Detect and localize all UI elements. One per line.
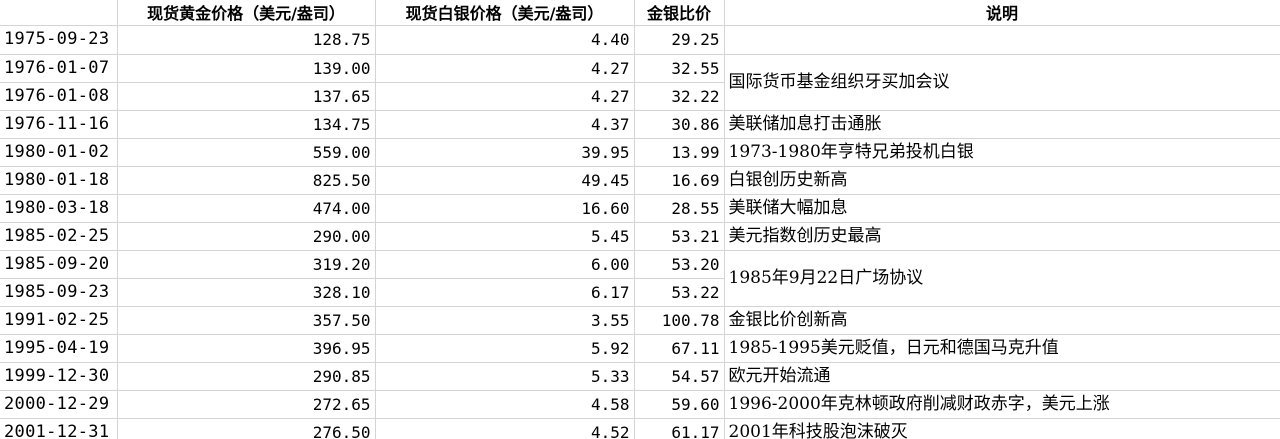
header-row: 现货黄金价格（美元/盎司） 现货白银价格（美元/盎司） 金银比价 说明 [0, 0, 1280, 26]
cell-silver[interactable]: 5.33 [375, 362, 635, 391]
cell-date[interactable]: 1980-01-02 [0, 138, 118, 167]
cell-date[interactable]: 1976-01-07 [0, 54, 118, 83]
cell-silver[interactable]: 4.58 [375, 390, 635, 419]
cell-date[interactable]: 1976-11-16 [0, 110, 118, 139]
cell-note[interactable]: 1973-1980年亨特兄弟投机白银 [724, 138, 1280, 167]
table-row: 1995-04-19 396.95 5.92 67.11 1985-1995美元… [0, 334, 1280, 363]
cell-ratio[interactable]: 13.99 [634, 138, 725, 167]
cell-ratio[interactable]: 100.78 [634, 306, 725, 335]
cell-ratio[interactable]: 29.25 [634, 25, 725, 55]
header-silver-price[interactable]: 现货白银价格（美元/盎司） [375, 0, 635, 26]
cell-silver[interactable]: 4.52 [375, 418, 635, 439]
cell-note[interactable]: 美元指数创历史最高 [724, 222, 1280, 251]
cell-gold[interactable]: 276.50 [117, 418, 376, 439]
cell-gold[interactable]: 139.00 [117, 54, 376, 83]
cell-ratio[interactable]: 53.21 [634, 222, 725, 251]
cell-silver[interactable]: 4.27 [375, 54, 635, 83]
cell-gold[interactable]: 474.00 [117, 194, 376, 223]
cell-date[interactable]: 2001-12-31 [0, 418, 118, 439]
cell-note[interactable]: 白银创历史新高 [724, 166, 1280, 195]
cell-ratio[interactable]: 61.17 [634, 418, 725, 439]
cell-silver[interactable]: 16.60 [375, 194, 635, 223]
cell-note[interactable] [724, 25, 1280, 55]
cell-date[interactable]: 1985-09-20 [0, 250, 118, 279]
cell-silver[interactable]: 6.17 [375, 278, 635, 307]
header-gold-price[interactable]: 现货黄金价格（美元/盎司） [117, 0, 376, 26]
cell-date[interactable]: 1976-01-08 [0, 82, 118, 111]
cell-gold[interactable]: 319.20 [117, 250, 376, 279]
cell-note[interactable]: 1996-2000年克林顿政府削减财政赤字，美元上涨 [724, 390, 1280, 419]
cell-ratio[interactable]: 53.20 [634, 250, 725, 279]
cell-date[interactable]: 1991-02-25 [0, 306, 118, 335]
cell-silver[interactable]: 6.00 [375, 250, 635, 279]
cell-gold[interactable]: 290.00 [117, 222, 376, 251]
cell-ratio[interactable]: 16.69 [634, 166, 725, 195]
table-row: 1985-09-20 319.20 6.00 53.20 1985年9月22日广… [0, 250, 1280, 307]
cell-ratio[interactable]: 53.22 [634, 278, 725, 307]
header-note[interactable]: 说明 [724, 0, 1280, 26]
cell-date[interactable]: 1985-09-23 [0, 278, 118, 307]
table-row: 1976-01-07 139.00 4.27 32.55 国际货币基金组织牙买加… [0, 54, 1280, 111]
cell-silver[interactable]: 5.92 [375, 334, 635, 363]
cell-silver[interactable]: 4.27 [375, 82, 635, 111]
table-row: 2000-12-29 272.65 4.58 59.60 1996-2000年克… [0, 390, 1280, 419]
cell-gold[interactable]: 290.85 [117, 362, 376, 391]
cell-ratio[interactable]: 28.55 [634, 194, 725, 223]
cell-date[interactable]: 1975-09-23 [0, 25, 118, 55]
header-date[interactable] [0, 0, 118, 26]
cell-silver[interactable]: 39.95 [375, 138, 635, 167]
cell-ratio[interactable]: 54.57 [634, 362, 725, 391]
cell-date[interactable]: 1999-12-30 [0, 362, 118, 391]
cell-gold[interactable]: 559.00 [117, 138, 376, 167]
cell-note[interactable]: 美联储加息打击通胀 [724, 110, 1280, 139]
cell-gold[interactable]: 137.65 [117, 82, 376, 111]
cell-gold[interactable]: 357.50 [117, 306, 376, 335]
cell-ratio[interactable]: 32.55 [634, 54, 725, 83]
table-row: 1980-01-02 559.00 39.95 13.99 1973-1980年… [0, 138, 1280, 167]
cell-gold[interactable]: 272.65 [117, 390, 376, 419]
cell-ratio[interactable]: 67.11 [634, 334, 725, 363]
cell-note-merged[interactable]: 国际货币基金组织牙买加会议 [724, 54, 1280, 111]
cell-date[interactable]: 1980-01-18 [0, 166, 118, 195]
cell-silver[interactable]: 3.55 [375, 306, 635, 335]
header-ratio[interactable]: 金银比价 [634, 0, 725, 26]
table-row: 1980-03-18 474.00 16.60 28.55 美联储大幅加息 [0, 194, 1280, 223]
cell-note[interactable]: 欧元开始流通 [724, 362, 1280, 391]
cell-date[interactable]: 1985-02-25 [0, 222, 118, 251]
cell-ratio[interactable]: 30.86 [634, 110, 725, 139]
cell-date[interactable]: 2000-12-29 [0, 390, 118, 419]
cell-date[interactable]: 1995-04-19 [0, 334, 118, 363]
cell-note-merged[interactable]: 1985年9月22日广场协议 [724, 250, 1280, 307]
cell-note[interactable]: 美联储大幅加息 [724, 194, 1280, 223]
cell-note[interactable]: 金银比价创新高 [724, 306, 1280, 335]
table-row: 1976-11-16 134.75 4.37 30.86 美联储加息打击通胀 [0, 110, 1280, 139]
table-row: 1991-02-25 357.50 3.55 100.78 金银比价创新高 [0, 306, 1280, 335]
table-row: 1975-09-23 128.75 4.40 29.25 [0, 25, 1280, 55]
cell-ratio[interactable]: 59.60 [634, 390, 725, 419]
cell-gold[interactable]: 396.95 [117, 334, 376, 363]
table-row: 1980-01-18 825.50 49.45 16.69 白银创历史新高 [0, 166, 1280, 195]
cell-note[interactable]: 2001年科技股泡沫破灭 [724, 418, 1280, 439]
table-row: 2001-12-31 276.50 4.52 61.17 2001年科技股泡沫破… [0, 418, 1280, 439]
cell-gold[interactable]: 328.10 [117, 278, 376, 307]
cell-silver[interactable]: 5.45 [375, 222, 635, 251]
cell-silver[interactable]: 4.40 [375, 25, 635, 55]
cell-silver[interactable]: 49.45 [375, 166, 635, 195]
cell-gold[interactable]: 825.50 [117, 166, 376, 195]
table-row: 1999-12-30 290.85 5.33 54.57 欧元开始流通 [0, 362, 1280, 391]
cell-ratio[interactable]: 32.22 [634, 82, 725, 111]
spreadsheet: 现货黄金价格（美元/盎司） 现货白银价格（美元/盎司） 金银比价 说明 1975… [0, 0, 1280, 439]
cell-date[interactable]: 1980-03-18 [0, 194, 118, 223]
gold-silver-table: 现货黄金价格（美元/盎司） 现货白银价格（美元/盎司） 金银比价 说明 1975… [0, 0, 1280, 439]
cell-gold[interactable]: 128.75 [117, 25, 376, 55]
cell-silver[interactable]: 4.37 [375, 110, 635, 139]
table-row: 1985-02-25 290.00 5.45 53.21 美元指数创历史最高 [0, 222, 1280, 251]
cell-gold[interactable]: 134.75 [117, 110, 376, 139]
cell-note[interactable]: 1985-1995美元贬值，日元和德国马克升值 [724, 334, 1280, 363]
